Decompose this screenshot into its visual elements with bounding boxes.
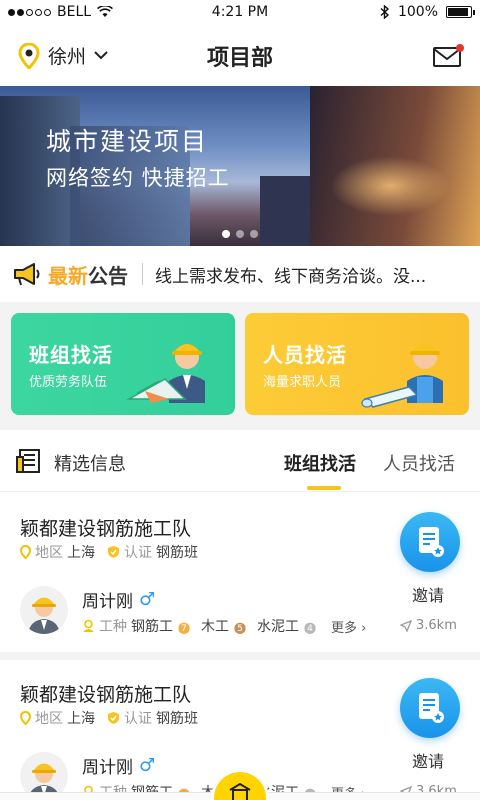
promo-banner[interactable]: 城市建设项目 网络签约 快捷招工: [0, 86, 480, 246]
battery-icon: [446, 6, 475, 18]
card-subtitle: 海量求职人员: [263, 375, 342, 390]
divider: [142, 263, 143, 285]
bluetooth-icon: [380, 5, 390, 19]
skill-level-medal-icon: 4: [303, 618, 317, 634]
worker-find-work-card[interactable]: 人员找活 海量求职人员: [245, 313, 469, 415]
message-mail-icon[interactable]: [432, 44, 464, 68]
document-star-icon: [419, 527, 444, 557]
cert-value: 钢筋班: [156, 545, 198, 561]
status-bar: BELL 4:21 PM 100%: [0, 0, 480, 26]
city-label: 徐州: [48, 46, 87, 68]
document-star-icon: [419, 693, 444, 723]
team-meta: 地区 上海 认证 钢筋班: [20, 708, 206, 728]
shield-check-icon: [108, 712, 119, 724]
featured-section-header: 精选信息 班组找活 人员找活: [0, 430, 480, 492]
carousel-dot[interactable]: [222, 230, 230, 238]
tab-worker-find-work[interactable]: 人员找活: [383, 450, 455, 476]
battery-percent: 100%: [397, 4, 438, 20]
avatar: [20, 586, 68, 634]
announcement-tag: 最新公告: [48, 260, 128, 289]
newspaper-icon: [16, 449, 40, 473]
region-label: 地区: [35, 711, 63, 727]
invite-label[interactable]: 邀请: [412, 582, 444, 606]
skills-row: 工种 钢筋工 7 木工 5 水泥工 4 更多 ›: [82, 616, 366, 636]
chevron-down-icon: [94, 51, 108, 60]
skill-name: 水泥工: [257, 619, 299, 635]
worker-badge-icon: [83, 619, 94, 632]
invite-label[interactable]: 邀请: [412, 748, 444, 772]
male-icon: ♂: [139, 589, 156, 610]
chevron-right-icon: ›: [357, 620, 367, 636]
skill-level-medal-icon: 5: [233, 618, 247, 634]
list-item[interactable]: 颖都建设钢筋施工队 地区 上海 认证 钢筋班 周计刚 ♂ 工种 钢筋工 7 木工…: [0, 494, 480, 660]
skill-name: 木工: [201, 619, 229, 635]
home-center-button[interactable]: [214, 772, 266, 800]
card-subtitle: 优质劳务队伍: [29, 375, 108, 390]
location-pin-icon: [20, 711, 31, 725]
city-selector[interactable]: 徐州: [18, 42, 108, 69]
male-icon: ♂: [139, 755, 156, 776]
section-title: 精选信息: [54, 454, 126, 475]
carousel-dot[interactable]: [250, 230, 258, 238]
worker-avatar-illustration: [28, 597, 60, 634]
tab-team-find-work[interactable]: 班组找活: [284, 450, 356, 476]
more-label: 更多: [331, 620, 358, 636]
shield-check-icon: [108, 546, 119, 558]
location-pin-icon: [18, 42, 40, 69]
announcement-tag-new: 最新: [48, 263, 88, 288]
cert-label: 认证: [124, 711, 152, 727]
cert-value: 钢筋班: [156, 711, 198, 727]
trade-label: 工种: [99, 619, 127, 635]
megaphone-icon: [14, 263, 40, 286]
region-value: 上海: [67, 545, 95, 561]
banner-light: [330, 156, 450, 216]
person-name: 周计刚: [82, 758, 133, 778]
invite-button[interactable]: [400, 678, 460, 738]
card-title: 班组找活: [29, 343, 113, 367]
banner-headline: 城市建设项目: [46, 127, 209, 156]
banner-subline: 网络签约 快捷招工: [46, 166, 230, 190]
cert-label: 认证: [124, 545, 152, 561]
distance-value: 3.6km: [416, 618, 457, 633]
skill-level-medal-icon: 7: [177, 618, 191, 634]
carousel-dots[interactable]: [0, 230, 480, 238]
team-name: 颖都建设钢筋施工队: [20, 684, 192, 706]
worker-blueprint-illustration: [126, 344, 205, 403]
announcement-text: 线上需求发布、线下商务洽谈。没...: [155, 266, 427, 287]
skill-name: 钢筋工: [131, 619, 173, 635]
location-pin-icon: [20, 545, 31, 559]
active-tab-indicator: [307, 486, 341, 490]
region-label: 地区: [35, 545, 63, 561]
invite-button[interactable]: [400, 512, 460, 572]
team-name: 颖都建设钢筋施工队: [20, 518, 192, 540]
card-title: 人员找活: [263, 343, 347, 367]
worker-blueprint-illustration: [361, 344, 443, 408]
top-nav: 徐州 项目部: [0, 26, 480, 86]
person-info: 周计刚 ♂: [82, 753, 155, 778]
distance-info: 3.6km: [400, 618, 457, 633]
announcement-bar[interactable]: 最新公告 线上需求发布、线下商务洽谈。没...: [0, 246, 480, 302]
region-value: 上海: [67, 711, 95, 727]
navigation-arrow-icon: [400, 619, 412, 632]
person-info: 周计刚 ♂: [82, 587, 155, 612]
team-meta: 地区 上海 认证 钢筋班: [20, 542, 206, 562]
building-icon: [229, 782, 251, 800]
carousel-dot[interactable]: [236, 230, 244, 238]
more-link[interactable]: 更多 ›: [331, 617, 366, 636]
person-name: 周计刚: [82, 592, 133, 612]
announcement-tag-notice: 公告: [88, 263, 128, 288]
team-find-work-card[interactable]: 班组找活 优质劳务队伍: [11, 313, 235, 415]
